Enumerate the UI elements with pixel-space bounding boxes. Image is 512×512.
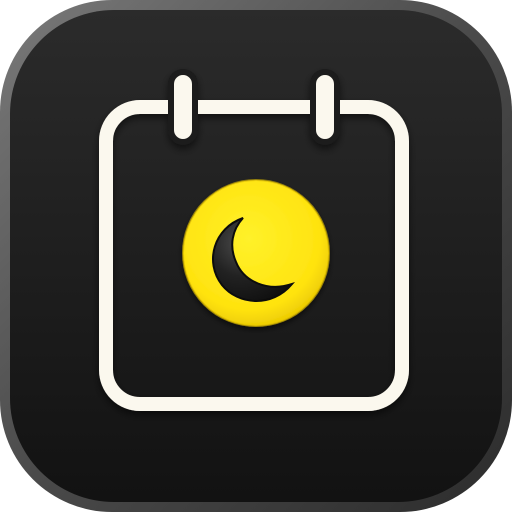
calendar-ring-right-icon (310, 69, 340, 145)
app-icon (0, 0, 512, 512)
calendar-ring-left-icon (168, 69, 198, 145)
night-badge (182, 179, 330, 327)
app-icon-graphic (0, 0, 512, 512)
